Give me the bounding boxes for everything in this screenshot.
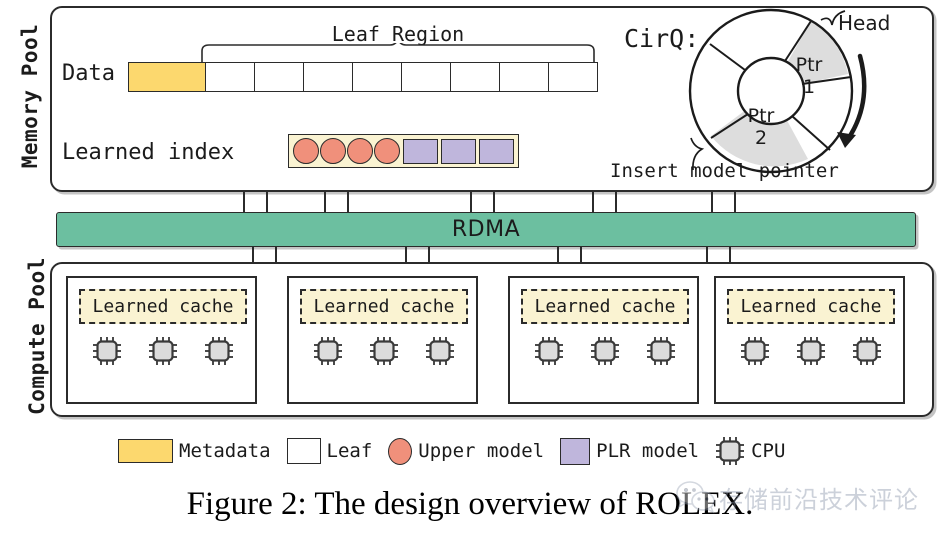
connector-stub — [615, 192, 617, 213]
compute-node[interactable]: Learned cache — [287, 276, 478, 404]
cirq-pointer-1-name: Ptr — [795, 54, 823, 76]
compute-node[interactable]: Learned cache — [714, 276, 905, 404]
learned-cache-box: Learned cache — [521, 289, 689, 324]
cpu-icon — [535, 337, 563, 365]
learned-cache-label: Learned cache — [313, 296, 455, 317]
upper-model-node — [374, 138, 400, 164]
connector-stub — [734, 192, 736, 213]
data-row-label: Data — [62, 61, 115, 86]
leaf-swatch — [286, 438, 321, 464]
learned-cache-label: Learned cache — [740, 296, 882, 317]
legend: Metadata Leaf Upper model PLR model CPU — [118, 436, 838, 466]
plr-model-swatch — [560, 437, 591, 465]
learned-index-row-label: Learned index — [62, 140, 235, 165]
connector-stub — [266, 192, 268, 213]
legend-item: Upper model — [388, 437, 560, 465]
cirq-pointer-1-index: 1 — [802, 75, 816, 98]
legend-item: PLR model — [560, 437, 715, 465]
cirq-head-label: Head — [838, 11, 891, 35]
legend-label: PLR model — [596, 440, 700, 462]
cirq-pointer-1-label: Ptr 1 — [786, 54, 832, 99]
cpu-icon — [314, 337, 342, 365]
connector-stub — [592, 192, 594, 213]
cirq-pointer-2-name: Ptr — [747, 105, 775, 127]
cpu-icon — [797, 337, 825, 365]
cirq-pointer-2-label: Ptr 2 — [738, 105, 784, 150]
cirq-pointer-2-index: 2 — [754, 126, 768, 149]
connector-stub — [243, 192, 245, 213]
cpu-row — [521, 336, 689, 366]
legend-label: Metadata — [179, 440, 271, 462]
compute-pool-label: Compute Pool — [25, 257, 49, 415]
upper-model-node — [293, 138, 319, 164]
connector-stub — [711, 192, 713, 213]
connector-stub — [347, 192, 349, 213]
cpu-row — [79, 336, 247, 366]
legend-label: CPU — [751, 440, 786, 462]
memory-pool-label: Memory Pool — [18, 23, 42, 169]
data-strip — [128, 62, 598, 92]
cpu-icon — [93, 337, 121, 365]
metadata-swatch — [118, 439, 173, 463]
rdma-label: RDMA — [451, 217, 521, 242]
connector-stub — [275, 246, 277, 263]
cpu-icon — [853, 337, 881, 365]
connector-stub — [428, 246, 430, 263]
learned-index-strip — [288, 134, 519, 168]
figure-caption: Figure 2: The design overview of ROLEX. — [186, 486, 754, 522]
metadata-cell — [128, 62, 206, 92]
cpu-icon — [741, 337, 769, 365]
connector-stub — [580, 246, 582, 263]
plr-model-node — [479, 138, 514, 164]
upper-model-node — [347, 138, 373, 164]
legend-label: Upper model — [418, 440, 545, 462]
legend-item: Metadata — [118, 439, 287, 463]
rdma-interconnect-bar: RDMA — [56, 212, 916, 247]
connector-stub — [557, 246, 559, 263]
upper-model-swatch — [388, 437, 413, 465]
learned-cache-label: Learned cache — [92, 296, 234, 317]
connector-stub — [729, 246, 731, 263]
leaf-region-brace-icon — [201, 43, 595, 62]
upper-model-node — [320, 138, 346, 164]
compute-node[interactable]: Learned cache — [508, 276, 699, 404]
connector-stub — [470, 192, 472, 213]
connector-stub — [252, 246, 254, 263]
cpu-icon — [149, 337, 177, 365]
leaf-cell — [451, 62, 500, 92]
cpu-icon — [205, 337, 233, 365]
leaf-cell — [304, 62, 353, 92]
connector-stub — [493, 192, 495, 213]
leaf-cell — [353, 62, 402, 92]
figure-container: Memory Pool Compute Pool Data Leaf Regio… — [0, 0, 940, 537]
leaf-cell — [255, 62, 304, 92]
cirq-insert-model-pointer-label: Insert model pointer — [610, 160, 839, 182]
legend-item: CPU — [715, 436, 801, 466]
plr-model-node — [403, 138, 438, 164]
learned-cache-box: Learned cache — [727, 289, 895, 324]
leaf-cell — [500, 62, 549, 92]
legend-label: Leaf — [326, 440, 373, 462]
cpu-icon — [647, 337, 675, 365]
cpu-icon — [591, 337, 619, 365]
learned-cache-box: Learned cache — [300, 289, 468, 324]
learned-cache-box: Learned cache — [79, 289, 247, 324]
compute-node[interactable]: Learned cache — [66, 276, 257, 404]
learned-cache-label: Learned cache — [534, 296, 676, 317]
connector-stub — [405, 246, 407, 263]
connector-stub — [706, 246, 708, 263]
plr-model-node — [441, 138, 476, 164]
connector-stub — [324, 192, 326, 213]
cpu-row — [300, 336, 468, 366]
cpu-row — [727, 336, 895, 366]
leaf-cell — [206, 62, 255, 92]
leaf-cell — [402, 62, 451, 92]
cpu-icon — [426, 337, 454, 365]
cpu-icon — [370, 337, 398, 365]
cpu-icon — [716, 437, 745, 465]
legend-item: Leaf — [286, 438, 389, 464]
leaf-cell — [549, 62, 598, 92]
